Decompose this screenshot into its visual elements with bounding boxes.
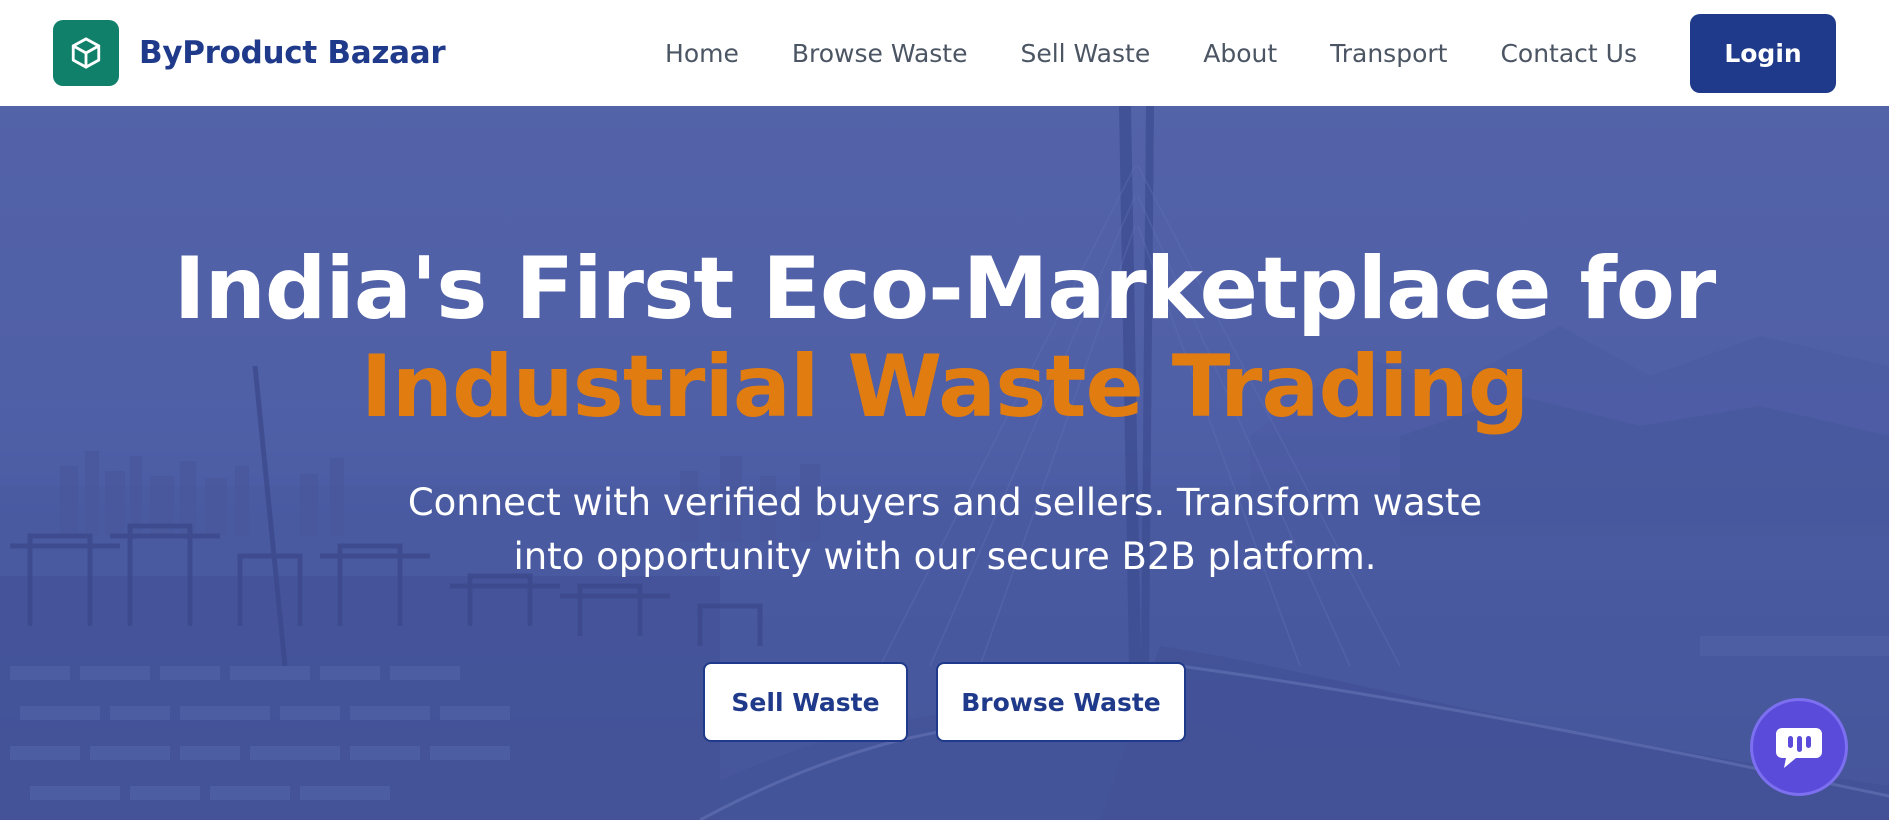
brand-name[interactable]: ByProduct Bazaar (139, 35, 446, 71)
hero-title-highlight: Industrial Waste Trading (360, 337, 1530, 437)
hero-title: India's First Eco-Marketplace for Indust… (0, 240, 1889, 436)
hero-subtitle: Connect with verified buyers and sellers… (407, 481, 1483, 578)
hero-content: India's First Eco-Marketplace for Indust… (0, 106, 1889, 820)
chat-bubble-icon (1776, 728, 1822, 768)
login-button[interactable]: Login (1690, 13, 1836, 93)
nav-links: Home Browse Waste Sell Waste About Trans… (665, 13, 1836, 93)
brand[interactable]: ByProduct Bazaar (53, 20, 446, 86)
hero-section: India's First Eco-Marketplace for Indust… (0, 106, 1889, 820)
hero-title-line1: India's First Eco-Marketplace for (173, 239, 1717, 339)
top-navbar: ByProduct Bazaar Home Browse Waste Sell … (0, 0, 1889, 106)
nav-link-contact-us[interactable]: Contact Us (1500, 39, 1637, 68)
cube-icon (71, 37, 101, 69)
sell-waste-button[interactable]: Sell Waste (703, 662, 908, 742)
nav-link-sell-waste[interactable]: Sell Waste (1020, 39, 1150, 68)
nav-link-transport[interactable]: Transport (1330, 39, 1447, 68)
browse-waste-button[interactable]: Browse Waste (936, 662, 1186, 742)
nav-link-home[interactable]: Home (665, 39, 739, 68)
nav-link-browse-waste[interactable]: Browse Waste (792, 39, 968, 68)
chat-button[interactable] (1750, 698, 1848, 796)
hero-buttons: Sell Waste Browse Waste (0, 662, 1889, 742)
brand-logo[interactable] (53, 20, 119, 86)
nav-link-about[interactable]: About (1203, 39, 1277, 68)
